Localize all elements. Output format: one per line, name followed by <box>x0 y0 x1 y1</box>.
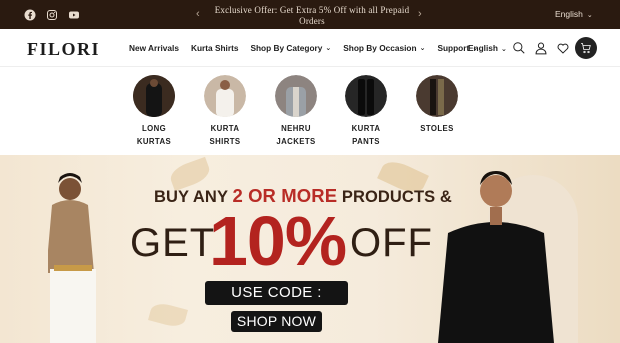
header-language-selector[interactable]: English ⌄ <box>468 43 507 53</box>
category-label: STOLES <box>420 124 454 133</box>
nav-label: Kurta Shirts <box>190 43 239 53</box>
category-kurta-shirts[interactable]: KURTA SHIRTS <box>195 75 255 148</box>
nav-label: Shop By Category <box>250 43 323 53</box>
promo-content: BUY ANY 2 OR MORE PRODUCTS & GET 10% OFF… <box>0 155 620 343</box>
main-nav: New Arrivals Kurta Shirts Shop By Catego… <box>129 43 490 53</box>
category-image <box>345 75 387 117</box>
nav-shop-by-category[interactable]: Shop By Category ⌄ <box>250 43 331 53</box>
category-image <box>133 75 175 117</box>
site-header: FILORI New Arrivals Kurta Shirts Shop By… <box>0 29 620 67</box>
account-icon[interactable] <box>534 41 548 55</box>
category-stoles[interactable]: STOLES <box>407 75 467 136</box>
chevron-down-icon: ⌄ <box>500 46 507 53</box>
brand-logo[interactable]: FILORI <box>27 39 100 60</box>
cart-icon <box>581 43 591 54</box>
announcement-text: Exclusive Offer: Get Extra 5% Off with a… <box>214 5 410 26</box>
instagram-icon[interactable] <box>46 8 58 20</box>
cart-button[interactable] <box>575 37 597 59</box>
promo-banner[interactable]: BUY ANY 2 OR MORE PRODUCTS & GET 10% OFF… <box>0 155 620 343</box>
announcement-next-arrow[interactable]: › <box>418 8 422 20</box>
promo-off: OFF <box>350 221 433 265</box>
announcement-prev-arrow[interactable]: ‹ <box>196 8 200 20</box>
header-language-label: English <box>468 43 498 53</box>
category-image <box>204 75 246 117</box>
topbar-language-label: English <box>555 9 583 19</box>
youtube-icon[interactable] <box>68 8 80 20</box>
category-long-kurtas[interactable]: LONG KURTAS <box>124 75 184 148</box>
category-label: NEHRU JACKETS <box>276 124 316 146</box>
facebook-icon[interactable] <box>24 8 36 21</box>
category-strip: LONG KURTAS KURTA SHIRTS NEHRU JACKETS KURT… <box>0 68 620 155</box>
wishlist-icon[interactable] <box>556 41 570 55</box>
shop-now-button[interactable]: SHOP NOW <box>231 311 322 332</box>
topbar-language-selector[interactable]: English ⌄ <box>555 9 593 19</box>
chevron-down-icon: ⌄ <box>586 12 593 19</box>
category-label: LONG KURTAS <box>136 124 172 146</box>
category-label: KURTA SHIRTS <box>209 124 241 146</box>
chevron-down-icon: ⌄ <box>325 45 332 52</box>
nav-new-arrivals[interactable]: New Arrivals <box>129 43 179 53</box>
nav-label: Shop By Occasion <box>343 43 417 53</box>
category-nehru-jackets[interactable]: NEHRU JACKETS <box>266 75 326 148</box>
nav-label: Support <box>437 43 470 53</box>
category-image <box>275 75 317 117</box>
promo-get: GET <box>130 221 216 265</box>
search-icon[interactable] <box>512 41 526 55</box>
nav-kurta-shirts[interactable]: Kurta Shirts <box>191 43 238 53</box>
nav-shop-by-occasion[interactable]: Shop By Occasion ⌄ <box>343 43 425 53</box>
promo-percent: 10% <box>209 202 347 280</box>
nav-label: New Arrivals <box>129 43 179 53</box>
category-image <box>416 75 458 117</box>
chevron-down-icon: ⌄ <box>419 45 426 52</box>
coupon-code-badge: USE CODE : GET10 <box>205 281 348 325</box>
social-links <box>24 8 80 21</box>
announcement-bar: ‹ Exclusive Offer: Get Extra 5% Off with… <box>0 0 620 29</box>
category-kurta-pants[interactable]: KURTA PANTS <box>336 75 396 148</box>
category-label: KURTA PANTS <box>351 124 381 146</box>
